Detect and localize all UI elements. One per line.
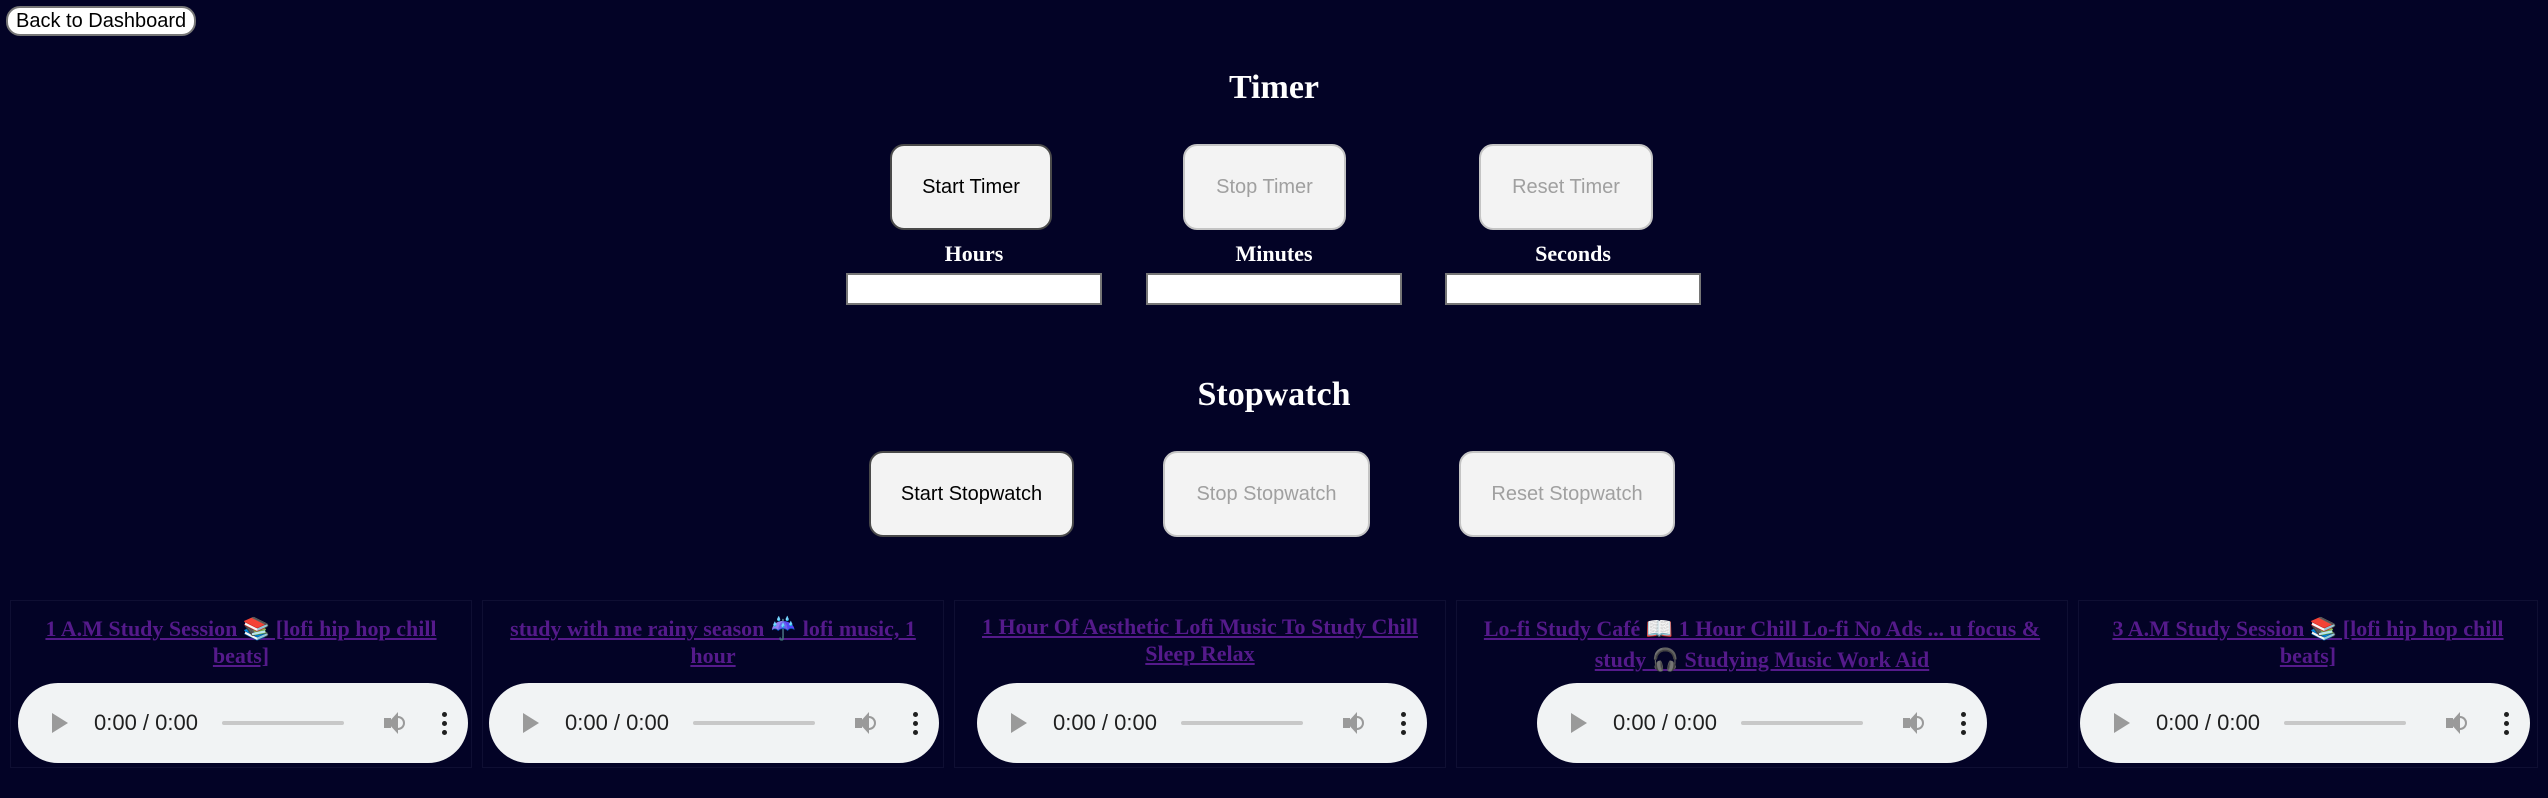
audio-player[interactable]: 0:00 / 0:00 [2080,683,2530,763]
audio-time: 0:00 / 0:00 [565,710,669,735]
more-options-icon[interactable] [1401,711,1407,735]
minutes-label: Minutes [1235,241,1313,266]
play-icon[interactable] [523,713,539,733]
track-card: Lo-fi Study Café 📖 1 Hour Chill Lo-fi No… [1456,600,2068,768]
start-timer-button[interactable]: Start Timer [890,144,1052,230]
audio-player[interactable]: 0:00 / 0:00 [1537,683,1987,763]
more-options-icon[interactable] [2504,711,2510,735]
volume-icon[interactable] [1902,712,1925,734]
more-options-icon[interactable] [442,711,448,735]
audio-time: 0:00 / 0:00 [1053,710,1157,735]
volume-icon[interactable] [2445,712,2468,734]
track-card: study with me rainy season ☔ lofi music,… [482,600,944,768]
track-card: 3 A.M Study Session 📚 [lofi hip hop chil… [2078,600,2538,768]
audio-progress-slider[interactable] [221,721,344,725]
track-title-link[interactable]: 1 A.M Study Session 📚 [lofi hip hop chil… [19,615,463,669]
back-to-dashboard-button[interactable]: Back to Dashboard [6,6,197,36]
track-title-link[interactable]: study with me rainy season ☔ lofi music,… [491,615,935,669]
audio-progress-slider[interactable] [1180,721,1303,725]
music-track-list: 1 A.M Study Session 📚 [lofi hip hop chil… [0,600,2548,780]
stop-stopwatch-button[interactable]: Stop Stopwatch [1163,451,1370,537]
play-icon[interactable] [2114,713,2130,733]
audio-progress-slider[interactable] [1740,721,1863,725]
audio-player[interactable]: 0:00 / 0:00 [977,683,1427,763]
audio-progress-slider[interactable] [2283,721,2406,725]
stopwatch-title: Stopwatch [1197,376,1351,413]
volume-icon[interactable] [854,712,877,734]
play-icon[interactable] [1571,713,1587,733]
track-card: 1 Hour Of Aesthetic Lofi Music To Study … [954,600,1446,768]
track-card: 1 A.M Study Session 📚 [lofi hip hop chil… [10,600,472,768]
play-icon[interactable] [52,713,68,733]
volume-icon[interactable] [1342,712,1365,734]
audio-time: 0:00 / 0:00 [1613,710,1717,735]
track-title-link[interactable]: Lo-fi Study Café 📖 1 Hour Chill Lo-fi No… [1465,613,2059,675]
more-options-icon[interactable] [1961,711,1967,735]
seconds-input[interactable] [1445,273,1701,305]
more-options-icon[interactable] [913,711,919,735]
audio-time: 0:00 / 0:00 [2156,710,2260,735]
play-icon[interactable] [1011,713,1027,733]
audio-player[interactable]: 0:00 / 0:00 [489,683,939,763]
stop-timer-button[interactable]: Stop Timer [1183,144,1346,230]
audio-time: 0:00 / 0:00 [94,710,198,735]
start-stopwatch-button[interactable]: Start Stopwatch [869,451,1074,537]
audio-player[interactable]: 0:00 / 0:00 [18,683,468,763]
reset-stopwatch-button[interactable]: Reset Stopwatch [1459,451,1675,537]
track-title-link[interactable]: 3 A.M Study Session 📚 [lofi hip hop chil… [2087,615,2529,669]
hours-label: Hours [944,241,1004,266]
hours-input[interactable] [846,273,1102,305]
audio-progress-slider[interactable] [692,721,815,725]
volume-icon[interactable] [383,712,406,734]
minutes-input[interactable] [1146,273,1402,305]
seconds-label: Seconds [1535,241,1611,266]
timer-title: Timer [1228,69,1319,106]
track-title-link[interactable]: 1 Hour Of Aesthetic Lofi Music To Study … [963,613,1437,667]
page: Back to Dashboard Timer Start Timer Stop… [0,0,2548,798]
reset-timer-button[interactable]: Reset Timer [1479,144,1653,230]
